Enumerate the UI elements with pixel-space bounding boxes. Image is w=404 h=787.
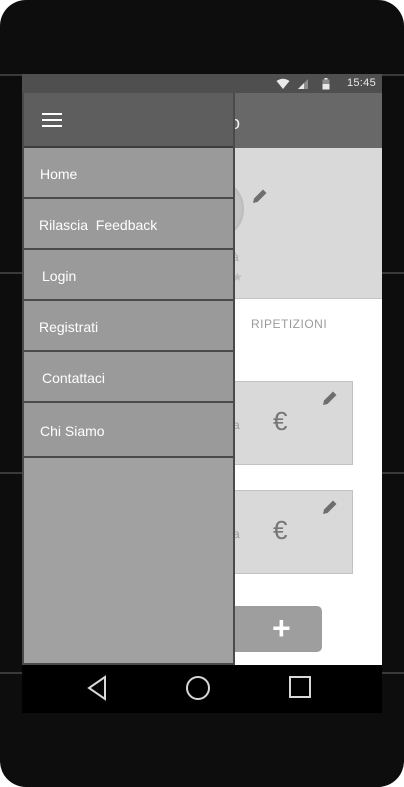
phone-frame: 15:45 lo à ★ RIPETIZIONI a € a € bbox=[0, 0, 404, 787]
drawer-item-label: Chi Siamo bbox=[40, 423, 105, 439]
battery-icon bbox=[322, 78, 330, 90]
bezel-line bbox=[382, 472, 404, 474]
bezel-line bbox=[382, 74, 404, 76]
drawer-item-home[interactable]: Home bbox=[24, 148, 233, 199]
edit-profile-icon[interactable] bbox=[250, 186, 270, 206]
back-icon[interactable] bbox=[86, 675, 108, 701]
system-nav-bar bbox=[22, 665, 382, 713]
recents-icon[interactable] bbox=[288, 675, 312, 699]
status-bar: 15:45 bbox=[22, 74, 382, 93]
plus-icon: + bbox=[272, 610, 291, 646]
bezel-line bbox=[382, 272, 404, 274]
tab-repetitions[interactable]: RIPETIZIONI bbox=[251, 317, 327, 331]
edit-card-icon[interactable] bbox=[320, 497, 340, 517]
signal-icon bbox=[298, 79, 308, 89]
wifi-icon bbox=[276, 78, 290, 89]
home-icon[interactable] bbox=[185, 675, 211, 701]
drawer-item-label: Registrati bbox=[39, 319, 99, 335]
drawer-item-label: Rilascia Feedback bbox=[39, 217, 158, 233]
screen: 15:45 lo à ★ RIPETIZIONI a € a € bbox=[22, 74, 382, 665]
bezel-line bbox=[0, 672, 22, 674]
edit-card-icon[interactable] bbox=[320, 388, 340, 408]
drawer-menu: Home Rilascia Feedback Login Registrati … bbox=[24, 148, 233, 458]
drawer-item-label: Contattaci bbox=[42, 370, 106, 386]
drawer-item-register[interactable]: Registrati bbox=[24, 301, 233, 352]
drawer-item-contact[interactable]: Contattaci bbox=[24, 352, 233, 403]
drawer-header bbox=[24, 93, 233, 148]
menu-icon[interactable] bbox=[42, 113, 62, 127]
euro-icon: € bbox=[273, 515, 288, 545]
drawer-item-feedback[interactable]: Rilascia Feedback bbox=[24, 199, 233, 250]
drawer-item-label: Home bbox=[40, 166, 78, 182]
status-time: 15:45 bbox=[346, 77, 376, 89]
bezel-line bbox=[0, 472, 22, 474]
drawer-item-about[interactable]: Chi Siamo bbox=[24, 403, 233, 458]
drawer-item-login[interactable]: Login bbox=[24, 250, 233, 301]
bezel-line bbox=[382, 672, 404, 674]
drawer-item-label: Login bbox=[42, 268, 77, 284]
bezel-line bbox=[0, 272, 22, 274]
navigation-drawer: Home Rilascia Feedback Login Registrati … bbox=[22, 93, 235, 665]
bezel-line bbox=[0, 74, 22, 76]
euro-icon: € bbox=[273, 406, 288, 436]
